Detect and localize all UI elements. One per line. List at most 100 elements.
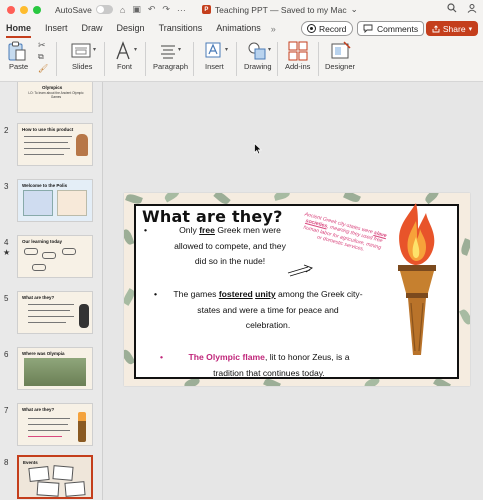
chevron-down-icon: ⌄	[350, 4, 358, 14]
bullet2-underlined-fostered: fostered	[218, 289, 253, 299]
designer-icon	[331, 41, 351, 59]
paste-label: Paste	[9, 62, 29, 71]
thumbnail-subtitle: LO: To learn about the Ancient Olympic G…	[28, 91, 84, 99]
ribbon-toolbar: Paste ✂ ⧉ 🖌 ▾ Slides ▾ Font ▾ Paragraph	[0, 38, 483, 82]
bullet2-line2: states and were a time for peace and	[197, 304, 339, 315]
undo-icon[interactable]: ↶	[148, 4, 156, 15]
insert-button[interactable]	[203, 40, 225, 62]
home-icon[interactable]: ⌂	[120, 5, 125, 15]
bullet-dot: •	[144, 225, 148, 235]
tab-insert[interactable]: Insert	[45, 19, 68, 38]
tab-home[interactable]: Home	[6, 19, 32, 38]
slide-number: 4	[4, 238, 9, 247]
slide-thumbnail-4[interactable]: Our learning today	[17, 235, 93, 278]
font-chevron-icon[interactable]: ▾	[134, 46, 137, 53]
more-tabs-icon[interactable]: »	[271, 24, 276, 34]
slide-thumbnail-pane[interactable]: Olympics LO: To learn about the Ancient …	[0, 82, 103, 500]
bullet3-text-rest: , lit to honor Zeus, is a	[264, 352, 350, 362]
paste-button[interactable]	[6, 40, 28, 62]
slides-button[interactable]	[70, 40, 92, 62]
slide-side-note[interactable]: Ancient Greek city-states were slave soc…	[298, 211, 388, 258]
paragraph-chevron-icon[interactable]: ▾	[178, 46, 181, 53]
bullet2-text-e: among the Greek city-	[275, 289, 363, 299]
comments-label: Comments	[377, 23, 419, 34]
mouse-pointer-icon	[254, 143, 262, 155]
autosave-label: AutoSave	[55, 4, 92, 15]
drawing-label: Drawing	[244, 62, 272, 71]
insert-label: Insert	[205, 62, 224, 71]
bullet-point-3[interactable]: • The Olympic flame, lit to honor Zeus, …	[160, 350, 372, 381]
paragraph-label: Paragraph	[153, 62, 189, 71]
addins-label: Add-ins	[285, 62, 311, 71]
designer-label: Designer	[325, 62, 356, 71]
cut-icon[interactable]: ✂	[38, 40, 46, 51]
autosave-toggle[interactable]	[95, 5, 113, 14]
minimize-window-button[interactable]	[20, 5, 28, 14]
bullet1-text-a: Only	[179, 225, 200, 235]
slide-thumbnail-2[interactable]: How to use this product	[17, 123, 93, 166]
more-icon[interactable]: ···	[177, 5, 186, 15]
slide-thumbnail-6[interactable]: Where was Olympia	[17, 347, 93, 390]
paragraph-button[interactable]	[158, 40, 178, 62]
slide-number: 7	[4, 406, 9, 415]
insert-shapes-icon	[205, 42, 221, 58]
slides-chevron-icon[interactable]: ▾	[93, 46, 96, 53]
drawing-chevron-icon[interactable]: ▾	[268, 46, 271, 53]
thumbnail-title: How to use this product	[22, 127, 74, 132]
tab-animations[interactable]: Animations	[216, 19, 261, 38]
close-window-button[interactable]	[7, 5, 15, 14]
bullet1-line3: did so in the nude!	[194, 256, 266, 266]
addins-button[interactable]	[287, 40, 309, 62]
bullet1-line2: allowed to compete, and they	[174, 240, 286, 251]
share-label: Share	[442, 23, 466, 34]
current-slide[interactable]: What are they? Ancient Greek city-states…	[124, 193, 470, 386]
addins-icon	[288, 41, 308, 61]
title-bar: AutoSave ⌂ ▣ ↶ ↷ ··· P Teaching PPT — Sa…	[0, 0, 483, 19]
copy-icon[interactable]: ⧉	[38, 52, 44, 62]
font-button[interactable]	[114, 40, 134, 62]
slide-thumbnail-7[interactable]: What are they?	[17, 403, 93, 446]
bullet3-olympic-flame: The Olympic flame	[188, 352, 265, 362]
record-button[interactable]: Record	[301, 21, 354, 36]
redo-icon[interactable]: ↷	[162, 4, 170, 15]
tab-draw[interactable]: Draw	[82, 19, 103, 38]
comments-button[interactable]: Comments	[357, 21, 425, 36]
bullet2-line3: celebration.	[245, 320, 291, 330]
slide-thumbnail-3[interactable]: Welcome to the Polis	[17, 179, 93, 222]
slide-number: 8	[4, 458, 9, 467]
tab-transitions[interactable]: Transitions	[159, 19, 203, 38]
zoom-window-button[interactable]	[33, 5, 41, 14]
account-icon[interactable]	[467, 3, 477, 15]
format-painter-icon[interactable]: 🖌	[38, 64, 48, 73]
bullet2-underlined-unity: unity	[255, 289, 276, 299]
thumbnail-title: Welcome to the Polis	[22, 183, 68, 188]
search-icon[interactable]	[447, 3, 457, 15]
insert-chevron-icon[interactable]: ▾	[225, 46, 228, 53]
olympic-torch-illustration[interactable]	[384, 199, 448, 359]
thumbnail-title: Our learning today	[22, 239, 63, 244]
slide-number: 5	[4, 294, 9, 303]
drawing-button[interactable]	[246, 40, 268, 62]
font-icon	[116, 41, 130, 60]
bullet-point-2[interactable]: • The games fostered unity among the Gre…	[154, 287, 378, 334]
thumbnail-title: Olympics	[42, 85, 63, 90]
slide-thumbnail-1[interactable]: Olympics LO: To learn about the Ancient …	[17, 82, 93, 113]
star-icon: ★	[3, 248, 11, 257]
thumbnail-title: What are they?	[22, 407, 55, 412]
thumbnail-title: Events	[23, 460, 38, 465]
record-icon	[307, 24, 316, 33]
share-chevron-icon[interactable]: ▾	[469, 25, 473, 33]
slide-thumbnail-5[interactable]: What are they?	[17, 291, 93, 334]
font-label: Font	[117, 62, 133, 71]
slides-label: Slides	[72, 62, 93, 71]
tab-design[interactable]: Design	[117, 19, 145, 38]
document-title[interactable]: P Teaching PPT — Saved to my Mac ⌄	[201, 4, 358, 15]
share-button[interactable]: Share ▾	[426, 21, 478, 36]
ribbon-tabs: Home Insert Draw Design Transitions Anim…	[0, 19, 483, 38]
save-icon[interactable]: ▣	[132, 4, 141, 15]
bullet-dot: •	[154, 289, 158, 299]
bullet-point-1[interactable]: • Only free Greek men were allowed to co…	[144, 223, 300, 270]
thumbnail-title: What are they?	[22, 295, 55, 300]
designer-button[interactable]	[330, 40, 352, 62]
slide-thumbnail-8[interactable]: Events	[17, 455, 93, 499]
